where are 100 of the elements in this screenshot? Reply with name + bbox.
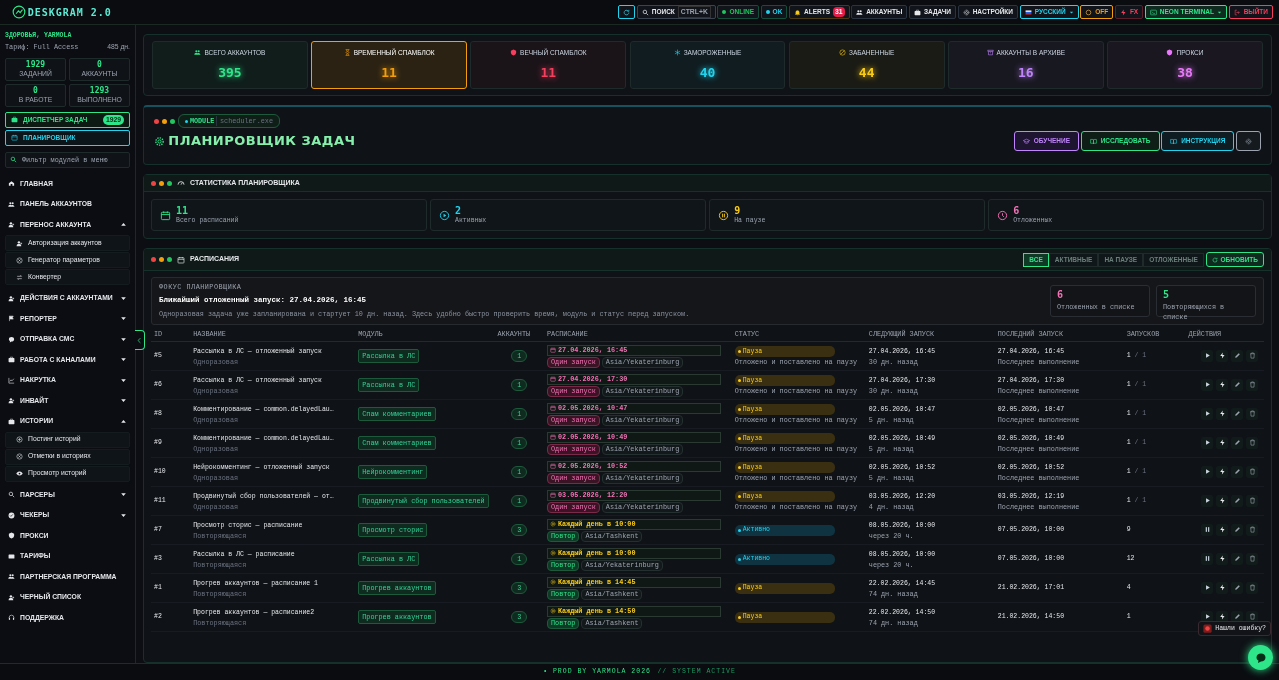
bell-icon <box>794 8 801 16</box>
window-dot <box>167 180 172 186</box>
edit-button[interactable] <box>1231 494 1243 507</box>
lightning-icon <box>1218 439 1226 446</box>
flag-icon <box>1024 8 1032 16</box>
card-value: 11 <box>540 63 557 82</box>
edit-button[interactable] <box>1231 523 1243 536</box>
home-icon <box>8 180 15 188</box>
ban-icon <box>839 49 847 57</box>
refresh-button[interactable] <box>618 5 636 19</box>
delete-button[interactable] <box>1246 407 1258 420</box>
delete-button[interactable] <box>1246 349 1258 362</box>
delete-button[interactable] <box>1246 465 1258 478</box>
window-dot <box>162 118 167 124</box>
run-button[interactable] <box>1201 610 1213 623</box>
counter-value: 5 <box>1163 288 1170 300</box>
book-icon <box>1170 137 1178 145</box>
calendar-icon <box>160 209 171 221</box>
pencil-icon <box>1233 410 1241 417</box>
run-button[interactable] <box>1201 436 1213 449</box>
delete-button[interactable] <box>1246 378 1258 391</box>
edit-button[interactable] <box>1231 436 1243 449</box>
calendar-icon <box>549 463 556 470</box>
briefcase-icon <box>8 417 15 425</box>
pause-button[interactable] <box>1201 552 1213 565</box>
edit-button[interactable] <box>1231 581 1243 594</box>
users-icon <box>856 8 864 16</box>
delete-button[interactable] <box>1246 552 1258 565</box>
force-run-button[interactable] <box>1216 494 1228 507</box>
force-run-button[interactable] <box>1216 436 1228 449</box>
window-dot <box>170 118 175 124</box>
force-run-button[interactable] <box>1216 349 1228 362</box>
briefcase-icon <box>913 8 921 16</box>
edit-button[interactable] <box>1231 407 1243 420</box>
run-button[interactable] <box>1201 349 1213 362</box>
hourglass-icon <box>343 49 351 57</box>
card-value: 44 <box>858 63 875 82</box>
settings-button[interactable] <box>1236 131 1261 152</box>
circle-icon <box>1085 8 1093 16</box>
user-plus-icon <box>8 397 15 405</box>
delete-button[interactable] <box>1246 494 1258 507</box>
run-button[interactable] <box>1201 378 1213 391</box>
chart-icon <box>8 376 15 384</box>
edit-button[interactable] <box>1231 378 1243 391</box>
snowflake-icon <box>673 49 681 57</box>
card-value: 395 <box>218 63 242 82</box>
user-plus-icon <box>8 221 15 229</box>
delete-button[interactable] <box>1246 523 1258 536</box>
users-icon <box>8 200 15 208</box>
delete-button[interactable] <box>1246 436 1258 449</box>
lightning-icon <box>1119 8 1127 16</box>
trash-icon <box>1248 410 1256 417</box>
edit-button[interactable] <box>1231 349 1243 362</box>
counter-value: 6 <box>1057 288 1064 300</box>
chevron-icon <box>136 336 143 344</box>
pencil-icon <box>1233 468 1241 475</box>
flag-icon <box>8 315 15 323</box>
force-run-button[interactable] <box>1216 465 1228 478</box>
card-icon <box>8 552 15 560</box>
card-value: 38 <box>1177 63 1193 82</box>
delete-button[interactable] <box>1246 610 1258 623</box>
pencil-icon <box>1233 439 1241 446</box>
run-button[interactable] <box>1201 494 1213 507</box>
calendar-icon <box>177 255 185 264</box>
card-value: 11 <box>381 63 397 82</box>
run-button[interactable] <box>1201 581 1213 594</box>
stat-value: 9 <box>734 204 742 216</box>
lightning-icon <box>1218 468 1226 475</box>
run-button[interactable] <box>1201 407 1213 420</box>
chat-icon <box>1254 651 1267 664</box>
window-dot <box>159 257 164 262</box>
gauge-icon <box>177 179 185 187</box>
delete-button[interactable] <box>1246 581 1258 594</box>
search-icon <box>641 8 649 16</box>
pencil-icon <box>1233 584 1241 591</box>
play-icon <box>1203 497 1211 504</box>
briefcase-icon <box>11 116 18 124</box>
play-icon <box>1203 439 1211 446</box>
window-dot <box>159 180 164 186</box>
force-run-button[interactable] <box>1216 581 1228 594</box>
force-run-button[interactable] <box>1216 523 1228 536</box>
edit-button[interactable] <box>1231 552 1243 565</box>
pause-button[interactable] <box>1201 523 1213 536</box>
pencil-icon <box>1233 497 1241 504</box>
calendar-icon <box>11 134 18 142</box>
run-button[interactable] <box>1201 465 1213 478</box>
collapse-sidebar-button[interactable] <box>135 330 145 350</box>
edit-button[interactable] <box>1231 465 1243 478</box>
edit-button[interactable] <box>1231 610 1243 623</box>
force-run-button[interactable] <box>1216 378 1228 391</box>
calendar-icon <box>549 347 556 354</box>
refresh-icon <box>1211 256 1218 263</box>
force-run-button[interactable] <box>1216 552 1228 565</box>
force-run-button[interactable] <box>1216 610 1228 623</box>
force-run-button[interactable] <box>1216 407 1228 420</box>
pause-icon <box>1203 526 1211 533</box>
lightning-icon <box>1218 352 1226 359</box>
briefcase-icon <box>8 356 15 364</box>
play-icon <box>1203 468 1211 475</box>
calendar-icon <box>549 376 556 383</box>
